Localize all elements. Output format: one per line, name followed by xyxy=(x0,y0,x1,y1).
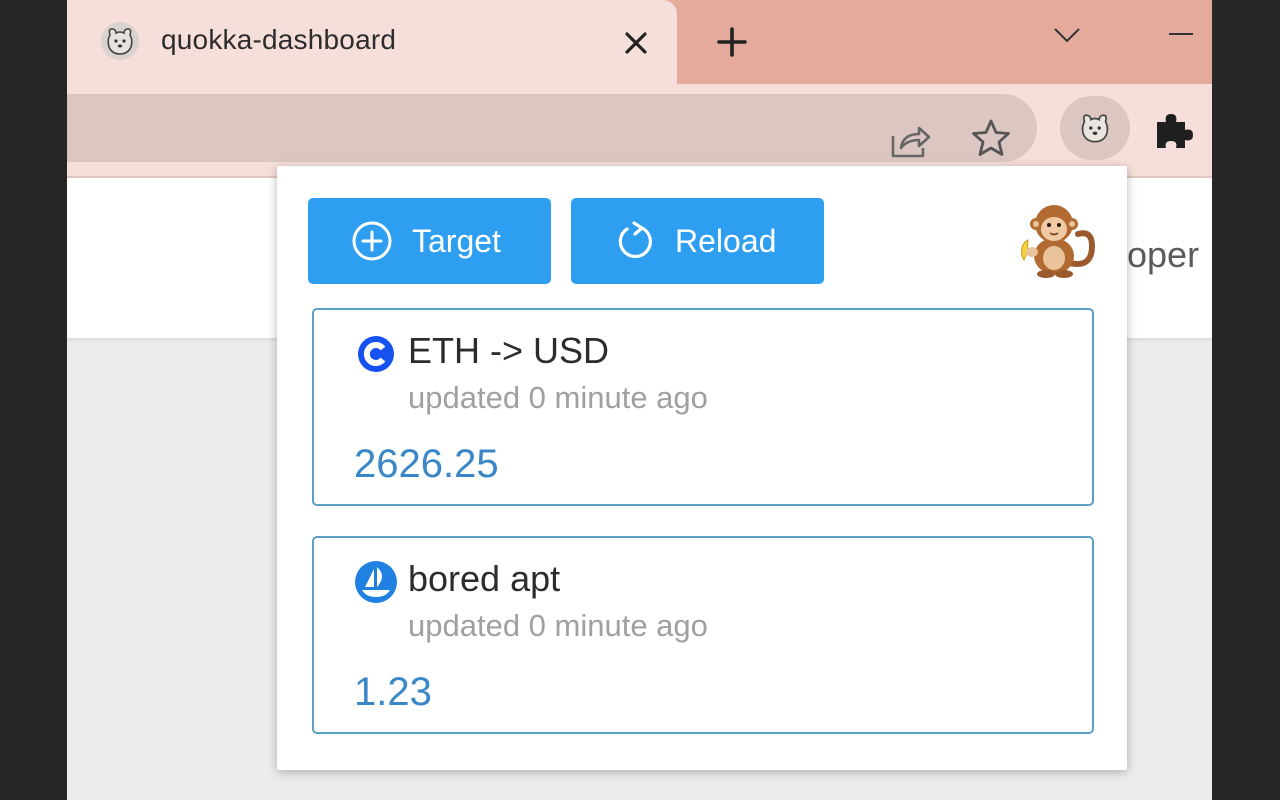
rate-card[interactable]: ETH -> USD updated 0 minute ago 2626.25 xyxy=(312,308,1094,506)
reload-button[interactable]: Reload xyxy=(571,198,824,284)
reload-icon xyxy=(618,221,652,259)
quokka-icon xyxy=(101,22,139,60)
tab-strip: quokka-dashboard xyxy=(67,0,1212,84)
card-updated-time: updated 0 minute ago xyxy=(408,380,708,415)
tab-title: quokka-dashboard xyxy=(161,24,397,55)
page-header-text: oper xyxy=(1127,234,1200,275)
browser-toolbar xyxy=(67,84,1212,178)
plus-icon[interactable] xyxy=(712,22,752,62)
coinbase-icon xyxy=(354,332,398,376)
puzzle-icon[interactable] xyxy=(1151,108,1195,152)
opensea-icon xyxy=(354,560,398,604)
quokka-icon xyxy=(1075,108,1115,148)
address-bar[interactable] xyxy=(67,94,1037,162)
reload-button-label: Reload xyxy=(675,222,777,259)
star-icon[interactable] xyxy=(969,116,1013,160)
close-icon[interactable] xyxy=(619,26,653,60)
card-value: 2626.25 xyxy=(354,442,499,486)
target-button[interactable]: Target xyxy=(308,198,551,284)
extension-button[interactable] xyxy=(1060,96,1130,160)
share-icon[interactable] xyxy=(887,118,933,162)
card-updated-time: updated 0 minute ago xyxy=(408,608,708,643)
card-title: bored apt xyxy=(408,558,561,599)
card-value: 1.23 xyxy=(354,670,432,714)
tab-quokka-dashboard[interactable]: quokka-dashboard xyxy=(67,0,677,84)
rate-card[interactable]: bored apt updated 0 minute ago 1.23 xyxy=(312,536,1094,734)
monkey-icon xyxy=(1012,200,1102,280)
target-button-label: Target xyxy=(412,222,501,259)
minimize-icon[interactable] xyxy=(1167,20,1195,48)
plus-circle-icon xyxy=(352,221,392,261)
card-title: ETH -> USD xyxy=(408,330,610,371)
chevron-down-icon[interactable] xyxy=(1049,20,1085,50)
extension-popup: Target Reload ETH -> USD updated 0 minut… xyxy=(277,166,1127,770)
